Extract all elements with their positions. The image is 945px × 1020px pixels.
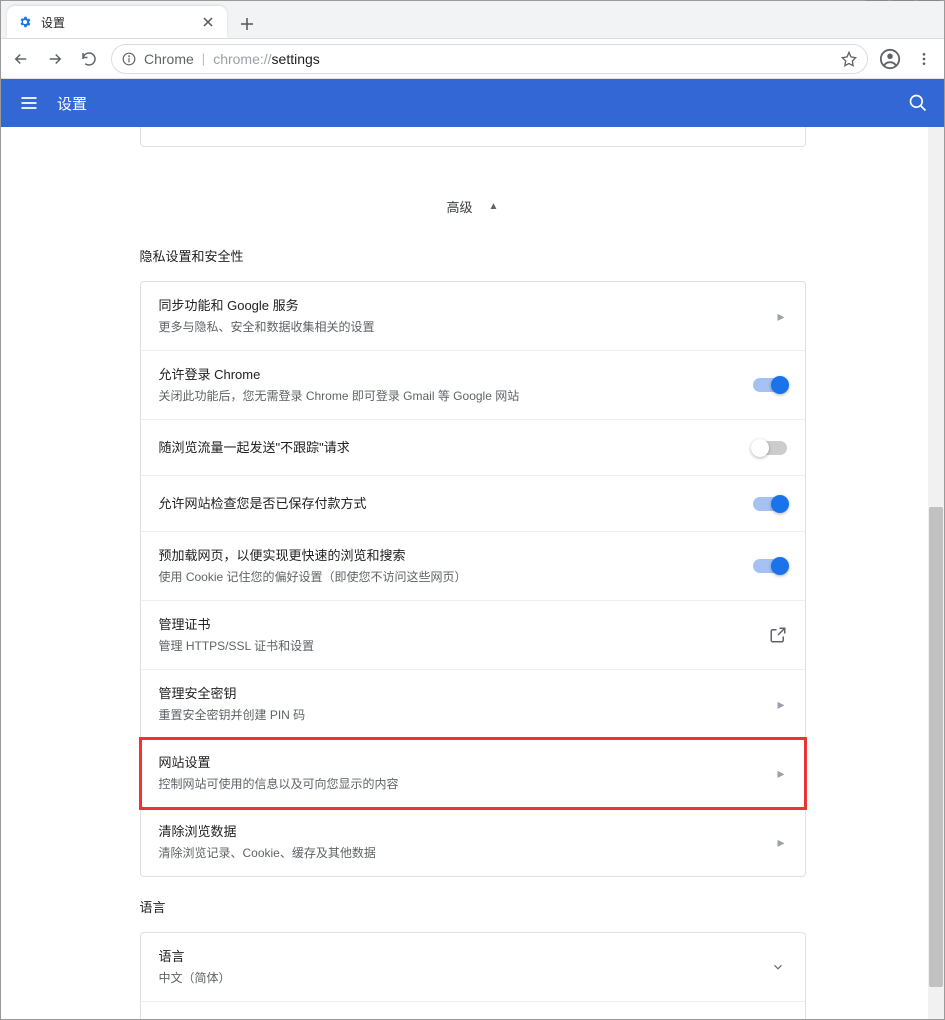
- chevron-right-icon: ▸: [775, 696, 786, 713]
- new-tab-button[interactable]: [233, 10, 261, 38]
- section-title-privacy: 隐私设置和安全性: [140, 246, 806, 265]
- gear-icon: [17, 14, 33, 30]
- row-title: 随浏览流量一起发送"不跟踪"请求: [159, 438, 753, 458]
- settings-row[interactable]: 管理安全密钥重置安全密钥并创建 PIN 码▸: [141, 670, 805, 739]
- chevron-right-icon: ▸: [775, 765, 786, 782]
- row-text: 允许网站检查您是否已保存付款方式: [159, 494, 753, 514]
- row-subtitle: 中文（简体）: [159, 969, 769, 987]
- tab-bar: 设置: [1, 1, 944, 39]
- section-title-language: 语言: [140, 897, 806, 916]
- row-text: 随浏览流量一起发送"不跟踪"请求: [159, 438, 753, 458]
- row-text: 预加载网页，以便实现更快速的浏览和搜索使用 Cookie 记住您的偏好设置（即使…: [159, 546, 753, 586]
- tab-close-button[interactable]: [199, 15, 217, 29]
- card-remnant: [140, 127, 806, 147]
- chevron-down-icon: [769, 960, 787, 974]
- row-title: 允许登录 Chrome: [159, 365, 753, 385]
- settings-row[interactable]: 拼写检查: [141, 1002, 805, 1019]
- tab-title: 设置: [41, 14, 191, 31]
- settings-row[interactable]: 管理证书管理 HTTPS/SSL 证书和设置: [141, 601, 805, 670]
- row-text: 允许登录 Chrome 关闭此功能后，您无需登录 Chrome 即可登录 Gmai…: [159, 365, 753, 405]
- omnibox-separator: |: [202, 51, 205, 66]
- row-title: 清除浏览数据: [159, 822, 776, 842]
- chevron-right-icon: ▸: [775, 308, 786, 325]
- row-title: 管理安全密钥: [159, 684, 776, 704]
- row-title: 允许网站检查您是否已保存付款方式: [159, 494, 753, 514]
- row-subtitle: 使用 Cookie 记住您的偏好设置（即使您不访问这些网页）: [159, 568, 753, 586]
- browser-tab[interactable]: 设置: [7, 6, 227, 38]
- settings-row[interactable]: 随浏览流量一起发送"不跟踪"请求: [141, 420, 805, 476]
- row-title: 预加载网页，以便实现更快速的浏览和搜索: [159, 546, 753, 566]
- settings-appbar: 设置: [1, 79, 944, 127]
- hamburger-menu-button[interactable]: [17, 91, 41, 115]
- settings-row[interactable]: 预加载网页，以便实现更快速的浏览和搜索使用 Cookie 记住您的偏好设置（即使…: [141, 532, 805, 601]
- site-info-icon[interactable]: [122, 52, 136, 66]
- settings-row[interactable]: 同步功能和 Google 服务更多与隐私、安全和数据收集相关的设置▸: [141, 282, 805, 351]
- back-button[interactable]: [9, 47, 33, 71]
- kebab-menu-button[interactable]: [912, 47, 936, 71]
- advanced-label: 高级: [447, 197, 473, 216]
- row-subtitle: 更多与隐私、安全和数据收集相关的设置: [159, 318, 776, 336]
- omnibox[interactable]: Chrome | chrome://settings: [111, 44, 868, 74]
- profile-button[interactable]: [878, 47, 902, 71]
- settings-row[interactable]: 语言中文（简体）: [141, 933, 805, 1002]
- row-text: 清除浏览数据清除浏览记录、Cookie、缓存及其他数据: [159, 822, 776, 862]
- omnibox-url: chrome://settings: [213, 51, 320, 67]
- reload-button[interactable]: [77, 47, 101, 71]
- toggle-switch[interactable]: [753, 441, 787, 455]
- chevron-up-icon: ▲: [489, 201, 499, 212]
- address-bar: Chrome | chrome://settings: [1, 39, 944, 79]
- privacy-card: 同步功能和 Google 服务更多与隐私、安全和数据收集相关的设置▸允许登录 C…: [140, 281, 806, 877]
- row-text: 语言中文（简体）: [159, 947, 769, 987]
- row-text: 管理安全密钥重置安全密钥并创建 PIN 码: [159, 684, 776, 724]
- appbar-search-button[interactable]: [908, 93, 928, 113]
- language-card: 语言中文（简体） 拼写检查: [140, 932, 806, 1019]
- appbar-title: 设置: [57, 93, 87, 114]
- scrollbar-track[interactable]: [928, 127, 944, 1019]
- content-scroll[interactable]: 高级 ▲ 隐私设置和安全性 同步功能和 Google 服务更多与隐私、安全和数据…: [1, 127, 944, 1019]
- row-title: 管理证书: [159, 615, 769, 635]
- omnibox-chip: Chrome: [144, 51, 194, 67]
- window-frame: 设置 Chrome | chrome://settings: [0, 0, 945, 1020]
- toggle-switch[interactable]: [753, 497, 787, 511]
- scrollbar-thumb[interactable]: [929, 507, 943, 987]
- settings-row[interactable]: 网站设置控制网站可使用的信息以及可向您显示的内容▸: [141, 739, 805, 808]
- row-subtitle: 关闭此功能后，您无需登录 Chrome 即可登录 Gmail 等 Google …: [159, 387, 753, 405]
- content: 高级 ▲ 隐私设置和安全性 同步功能和 Google 服务更多与隐私、安全和数据…: [140, 127, 806, 1019]
- row-text: 网站设置控制网站可使用的信息以及可向您显示的内容: [159, 753, 776, 793]
- row-subtitle: 重置安全密钥并创建 PIN 码: [159, 706, 776, 724]
- row-subtitle: 清除浏览记录、Cookie、缓存及其他数据: [159, 844, 776, 862]
- settings-row[interactable]: 允许网站检查您是否已保存付款方式: [141, 476, 805, 532]
- chevron-right-icon: ▸: [775, 834, 786, 851]
- toggle-switch[interactable]: [753, 378, 787, 392]
- settings-row[interactable]: 清除浏览数据清除浏览记录、Cookie、缓存及其他数据▸: [141, 808, 805, 876]
- row-text: 同步功能和 Google 服务更多与隐私、安全和数据收集相关的设置: [159, 296, 776, 336]
- settings-row[interactable]: 允许登录 Chrome 关闭此功能后，您无需登录 Chrome 即可登录 Gmai…: [141, 351, 805, 420]
- forward-button[interactable]: [43, 47, 67, 71]
- row-subtitle: 管理 HTTPS/SSL 证书和设置: [159, 637, 769, 655]
- bookmark-star-icon[interactable]: [841, 51, 857, 67]
- row-title: 语言: [159, 947, 769, 967]
- external-link-icon: [769, 626, 787, 644]
- toggle-switch[interactable]: [753, 559, 787, 573]
- row-title: 网站设置: [159, 753, 776, 773]
- row-text: 管理证书管理 HTTPS/SSL 证书和设置: [159, 615, 769, 655]
- row-title: 同步功能和 Google 服务: [159, 296, 776, 316]
- advanced-toggle[interactable]: 高级 ▲: [140, 197, 806, 216]
- row-subtitle: 控制网站可使用的信息以及可向您显示的内容: [159, 775, 776, 793]
